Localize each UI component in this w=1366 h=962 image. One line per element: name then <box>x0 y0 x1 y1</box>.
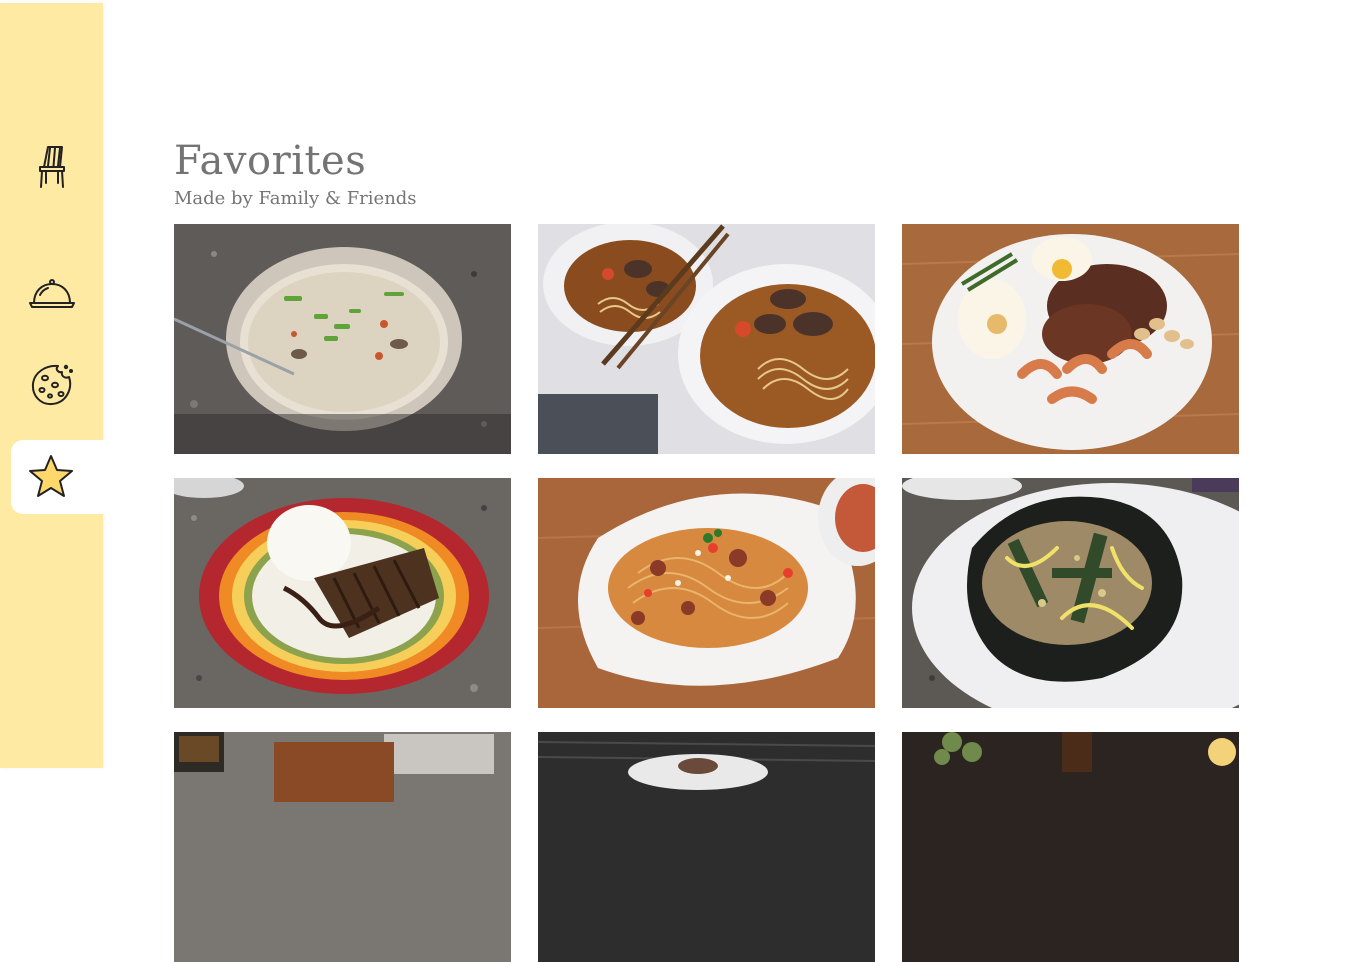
photo-row3-1[interactable] <box>174 732 511 962</box>
sidebar-item-desserts[interactable] <box>0 348 103 422</box>
sidebar <box>0 3 106 768</box>
cookie-icon <box>31 364 73 406</box>
photo-row3-2[interactable] <box>538 732 875 962</box>
photo-grid <box>174 224 1239 962</box>
page-title: Favorites <box>174 138 367 184</box>
main-content: Favorites Made by Family & Friends <box>174 0 1244 962</box>
sidebar-item-chair[interactable] <box>0 130 103 204</box>
photo-steak-eggs-shrimp[interactable] <box>902 224 1239 454</box>
photo-pork-cutlet-rice[interactable] <box>174 478 511 708</box>
sidebar-item-dishes[interactable] <box>0 256 103 330</box>
page-subtitle: Made by Family & Friends <box>174 188 417 209</box>
photo-spaghetti[interactable] <box>538 478 875 708</box>
photo-row3-3[interactable] <box>902 732 1239 962</box>
photo-congee[interactable] <box>174 224 511 454</box>
chair-icon <box>38 146 65 188</box>
cloche-icon <box>28 279 75 308</box>
photo-beef-noodle-soup[interactable] <box>538 224 875 454</box>
sidebar-item-favorites[interactable] <box>11 440 106 514</box>
photo-seaweed-rice-balls[interactable] <box>902 478 1239 708</box>
star-icon <box>29 455 73 497</box>
